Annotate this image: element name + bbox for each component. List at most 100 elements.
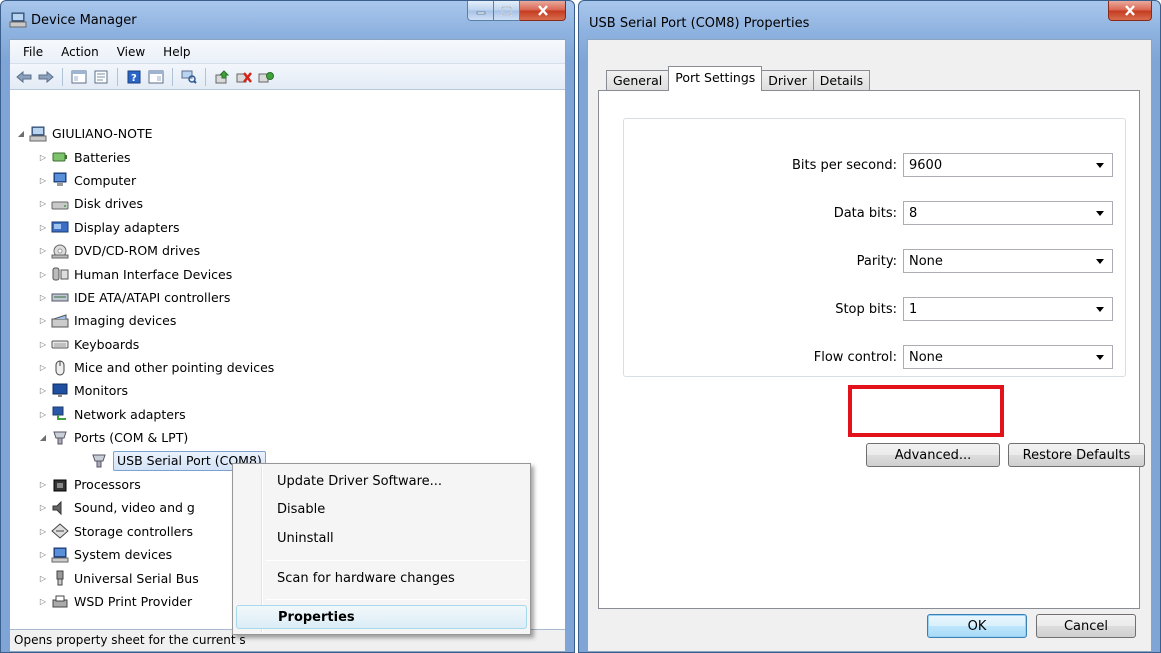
expand-arrow-icon[interactable]: ▷ [38, 597, 48, 607]
minimize-icon [476, 11, 485, 14]
back-button[interactable] [14, 67, 34, 87]
port-icon [53, 431, 67, 445]
device-manager-titlebar[interactable]: Device Manager [1, 1, 574, 37]
maximize-button[interactable] [494, 1, 520, 21]
tree-label: Monitors [74, 383, 129, 399]
expand-arrow-icon[interactable]: ▷ [38, 526, 48, 536]
dropdown-arrow-icon [1096, 354, 1104, 360]
expand-arrow-icon[interactable]: ▷ [38, 573, 48, 583]
tree-category[interactable]: ▷ Display adapters [10, 216, 565, 239]
data-bits-select[interactable]: 8 [903, 201, 1113, 225]
expand-arrow-icon[interactable]: ▷ [38, 316, 48, 326]
highlight-annotation [848, 385, 1004, 437]
tree-label: IDE ATA/ATAPI controllers [74, 289, 231, 305]
flow-control-label: Flow control: [813, 349, 897, 365]
collapse-arrow-icon[interactable]: ◢ [38, 433, 48, 443]
expand-arrow-icon[interactable]: ▷ [38, 175, 48, 185]
uninstall-button[interactable] [234, 67, 254, 87]
tree-category[interactable]: ▷ DVD/CD-ROM drives [10, 239, 565, 262]
tab-driver[interactable]: Driver [761, 70, 814, 91]
tree-root[interactable]: ◢ GIULIANO-NOTE [10, 122, 565, 145]
minimize-button[interactable] [467, 1, 494, 21]
update-driver-icon [215, 69, 230, 83]
stop-bits-row: Stop bits: 1 [835, 297, 1113, 321]
show-hide-console-tree-icon [71, 70, 87, 83]
toolbar: ? [10, 64, 565, 90]
parity-value: None [909, 253, 943, 269]
expand-arrow-icon[interactable]: ▷ [38, 292, 48, 302]
expand-arrow-icon[interactable]: ▷ [38, 339, 48, 349]
tree-category[interactable]: ▷ Mice and other pointing devices [10, 356, 565, 379]
expand-arrow-icon[interactable]: ▷ [38, 386, 48, 396]
expand-arrow-icon[interactable]: ▷ [38, 199, 48, 209]
action-pane-button[interactable] [146, 67, 166, 87]
tree-category[interactable]: ▷ Keyboards [10, 333, 565, 356]
expand-arrow-icon[interactable]: ▷ [38, 246, 48, 256]
toolbar-separator [172, 67, 173, 86]
restore-defaults-button[interactable]: Restore Defaults [1008, 443, 1145, 467]
menu-view[interactable]: View [108, 41, 154, 63]
tree-category[interactable]: ▷ Computer [10, 169, 565, 192]
flow-control-select[interactable]: None [903, 345, 1113, 369]
menu-file[interactable]: File [14, 41, 52, 63]
expand-arrow-icon[interactable]: ▷ [38, 152, 48, 162]
tab-general[interactable]: General [606, 70, 670, 91]
forward-button[interactable] [36, 67, 56, 87]
properties-icon [94, 70, 108, 83]
tree-category[interactable]: ◢ Ports (COM & LPT) [10, 426, 565, 449]
context-menu-properties[interactable]: Properties [236, 605, 527, 629]
expand-arrow-icon[interactable]: ▷ [38, 363, 48, 373]
system-device-icon [51, 547, 69, 563]
expand-arrow-icon[interactable]: ▷ [38, 222, 48, 232]
show-hide-tree-button[interactable] [69, 67, 89, 87]
tree-category[interactable]: ▷ Imaging devices [10, 309, 565, 332]
advanced-button[interactable]: Advanced... [866, 443, 1000, 467]
parity-label: Parity: [856, 253, 897, 269]
caption-buttons [467, 1, 566, 21]
tree-category[interactable]: ▷ Disk drives [10, 192, 565, 215]
tree-label: Storage controllers [74, 523, 194, 539]
ok-button[interactable]: OK [927, 614, 1027, 638]
imaging-device-icon [51, 314, 69, 328]
stop-bits-value: 1 [909, 301, 918, 317]
help-button[interactable]: ? [124, 67, 144, 87]
tree-category[interactable]: ▷ Monitors [10, 379, 565, 402]
menu-action[interactable]: Action [52, 41, 108, 63]
close-button[interactable] [520, 1, 566, 21]
context-menu-update-driver[interactable]: Update Driver Software... [236, 470, 527, 494]
tree-category[interactable]: ▷ Batteries [10, 145, 565, 168]
expand-arrow-icon[interactable]: ▷ [38, 409, 48, 419]
svg-text:?: ? [131, 73, 137, 84]
tree-category[interactable]: ▷ Human Interface Devices [10, 262, 565, 285]
expand-arrow-icon[interactable]: ▷ [38, 269, 48, 279]
hid-icon [52, 267, 69, 281]
enable-button[interactable] [256, 67, 276, 87]
collapse-arrow-icon[interactable]: ◢ [16, 129, 26, 139]
update-driver-button[interactable] [212, 67, 232, 87]
tree-category[interactable]: ▷ IDE ATA/ATAPI controllers [10, 286, 565, 309]
context-menu-disable[interactable]: Disable [236, 498, 527, 522]
mouse-icon [55, 360, 65, 376]
uninstall-icon [236, 71, 252, 83]
dvd-drive-icon [51, 244, 69, 259]
properties-button[interactable] [91, 67, 111, 87]
tab-strip: General Port Settings Driver Details [606, 66, 871, 91]
parity-select[interactable]: None [903, 249, 1113, 273]
properties-titlebar[interactable]: USB Serial Port (COM8) Properties [579, 1, 1160, 37]
tree-category[interactable]: ▷ Network adapters [10, 403, 565, 426]
cancel-button[interactable]: Cancel [1036, 614, 1136, 638]
expand-arrow-icon[interactable]: ▷ [38, 550, 48, 560]
menu-help[interactable]: Help [154, 41, 199, 63]
tab-port-settings[interactable]: Port Settings [668, 66, 763, 91]
stop-bits-select[interactable]: 1 [903, 297, 1113, 321]
scan-hardware-button[interactable] [179, 67, 199, 87]
bits-per-second-select[interactable]: 9600 [903, 153, 1113, 177]
context-menu-scan-hardware[interactable]: Scan for hardware changes [236, 567, 527, 591]
tree-label: Keyboards [74, 336, 140, 352]
context-menu-uninstall[interactable]: Uninstall [236, 527, 527, 551]
expand-arrow-icon[interactable]: ▷ [38, 503, 48, 513]
tab-details[interactable]: Details [812, 70, 871, 91]
expand-arrow-icon[interactable]: ▷ [38, 480, 48, 490]
close-button[interactable] [1108, 1, 1152, 21]
device-manager-window: Device Manager File Action View Help ? ◢… [0, 0, 575, 653]
